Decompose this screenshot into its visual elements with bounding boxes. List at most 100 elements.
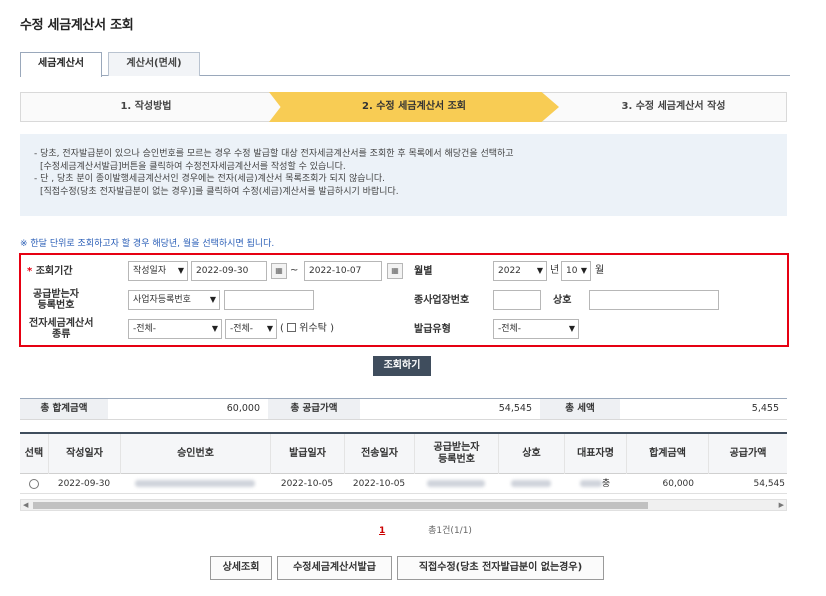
required-mark: * (27, 266, 33, 277)
einvoice-type-select[interactable]: -전체- ▼ (128, 319, 222, 339)
total-amount-value: 60,000 (226, 403, 260, 414)
col-ceo: 대표자명 (564, 434, 626, 474)
col-buyer-reg: 공급받는자 등록번호 (414, 434, 498, 474)
trust-label: 위수탁 (299, 323, 327, 334)
chevron-down-icon: ▼ (266, 324, 273, 333)
info-line: - 당초, 전자발급분이 있으나 승인번호를 모르는 경우 수정 발급할 대상 … (34, 149, 514, 159)
scroll-right-icon[interactable]: ▶ (779, 500, 784, 510)
buyer-id-type-select[interactable]: 사업자등록번호 ▼ (128, 290, 220, 310)
trust-option: ( 위수탁 ) (280, 319, 334, 339)
col-total: 합계금액 (626, 434, 708, 474)
row-send-date: 2022-10-05 (352, 479, 406, 489)
buyer-reg-label: 공급받는자 등록번호 (33, 289, 79, 311)
info-line: [직접수정(당초 전자발급분이 없는 경우)]를 클릭하여 수정(세금)계산서를… (40, 186, 399, 197)
invoice-table: 선택 작성일자 승인번호 발급일자 전송일자 공급받는자 등록번호 상호 대표자… (20, 432, 787, 494)
monthly-label: 월별 (414, 266, 433, 277)
summary-bar: 총 합계금액 60,000 총 공급가액 54,545 총 세액 5,455 (20, 398, 787, 420)
table-header: 선택 작성일자 승인번호 발급일자 전송일자 공급받는자 등록번호 상호 대표자… (20, 434, 787, 474)
col-select: 선택 (24, 448, 44, 459)
trust-checkbox[interactable] (287, 323, 297, 332)
row-ceo-tail: 충 (601, 479, 611, 489)
date-range-tilde: ~ (290, 265, 299, 276)
company-name-input[interactable] (589, 290, 719, 310)
col-supply: 공급가액 (708, 434, 787, 474)
buyer-reg-label-line1: 공급받는자 (33, 289, 79, 300)
radio-icon[interactable] (29, 478, 39, 489)
einvoice-subtype-value: -전체- (230, 324, 254, 334)
chevron-down-icon: ▼ (211, 324, 218, 333)
col-approval-no: 승인번호 (120, 434, 270, 474)
einvoice-type-value: -전체- (133, 324, 157, 334)
row-total: 60,000 (662, 479, 695, 489)
date-to-input[interactable]: 2022-10-07 (304, 261, 382, 281)
step-indicator: 1. 작성방법 2. 수정 세금계산서 조회 3. 수정 세금계산서 작성 (20, 92, 787, 122)
row-buyer-reg-redacted (414, 474, 498, 494)
einvoice-type-label-line1: 전자세금계산서 (29, 318, 94, 329)
detail-view-button[interactable]: 상세조회 (210, 556, 272, 580)
branch-no-label: 종사업장번호 (414, 295, 470, 306)
year-value: 2022 (498, 266, 521, 276)
row-company-redacted (498, 474, 564, 494)
supply-amount-value: 54,545 (498, 403, 532, 414)
tab-invoice-exempt[interactable]: 계산서(면세) (108, 52, 200, 76)
year-select[interactable]: 2022 ▼ (493, 261, 547, 281)
buyer-reg-input[interactable] (224, 290, 314, 310)
modify-invoice-issue-button[interactable]: 수정세금계산서발급 (277, 556, 392, 580)
page-title: 수정 세금계산서 조회 (20, 18, 134, 33)
step-3: 3. 수정 세금계산서 작성 (621, 101, 726, 112)
row-issue-date: 2022-10-05 (280, 479, 334, 489)
supply-amount-label: 총 공급가액 (268, 399, 360, 419)
direct-modify-button[interactable]: 직접수정(당초 전자발급분이 없는경우) (397, 556, 604, 580)
chevron-down-icon: ▼ (177, 266, 184, 275)
buyer-reg-label-line2: 등록번호 (37, 300, 75, 311)
info-box: - 당초, 전자발급분이 있으나 승인번호를 모르는 경우 수정 발급할 대상 … (20, 134, 787, 216)
horizontal-scrollbar[interactable]: ◀ ▶ (20, 499, 787, 511)
search-button[interactable]: 조회하기 (373, 356, 431, 376)
trust-paren-close: ) (330, 323, 334, 334)
page-1-link[interactable]: 1 (379, 526, 385, 536)
year-unit: 년 (550, 265, 560, 276)
period-label-text: 조회기간 (35, 266, 73, 277)
tax-amount-value: 5,455 (751, 403, 779, 414)
date-from-input[interactable]: 2022-09-30 (191, 261, 267, 281)
col-send-date: 전송일자 (344, 434, 414, 474)
tab-tax-invoice[interactable]: 세금계산서 (20, 52, 102, 77)
row-ceo: 충 (564, 474, 626, 494)
month-unit: 월 (595, 265, 605, 276)
redacted-text (579, 480, 602, 487)
redacted-text (135, 480, 255, 487)
step-2: 2. 수정 세금계산서 조회 (361, 101, 466, 112)
company-name-label: 상호 (553, 295, 572, 306)
issue-type-value: -전체- (498, 324, 522, 334)
chevron-down-icon: ▼ (209, 295, 216, 304)
period-type-select[interactable]: 작성일자 ▼ (128, 261, 188, 281)
info-line: - 단 , 당초 분이 종이발행세금계산서인 경우에는 전자(세금)계산서 목록… (34, 174, 385, 184)
row-supply: 54,545 (753, 479, 786, 489)
einvoice-type-label-line2: 종류 (52, 329, 71, 340)
month-select[interactable]: 10 ▼ (561, 261, 591, 281)
einvoice-type-label: 전자세금계산서 종류 (29, 318, 93, 340)
row-write-date: 2022-09-30 (57, 479, 111, 489)
info-line: [수정세금계산서발급]버튼을 클릭하여 수정전자세금계산서를 작성할 수 있습니… (40, 161, 346, 172)
row-approval-no-redacted (120, 474, 270, 494)
tax-amount-label: 총 세액 (540, 399, 620, 419)
tab-bar: 세금계산서 계산서(면세) (20, 52, 790, 77)
branch-no-input[interactable] (493, 290, 541, 310)
redacted-text (511, 480, 551, 487)
calendar-icon[interactable]: ▦ (387, 263, 403, 279)
buyer-id-type-value: 사업자등록번호 (133, 295, 191, 305)
monthly-notice: ※ 한달 단위로 조회하고자 할 경우 해당년, 월을 선택하시면 됩니다. (20, 239, 275, 249)
col-company: 상호 (498, 434, 564, 474)
calendar-icon[interactable]: ▦ (271, 263, 287, 279)
scroll-left-icon[interactable]: ◀ (23, 500, 28, 510)
scrollbar-thumb[interactable] (33, 502, 648, 509)
issue-type-select[interactable]: -전체- ▼ (493, 319, 579, 339)
chevron-down-icon: ▼ (568, 324, 575, 333)
row-select-radio[interactable] (20, 474, 48, 494)
search-conditions: * 조회기간 작성일자 ▼ 2022-09-30 ▦ ~ 2022-10-07 ▦… (19, 253, 789, 347)
table-row[interactable]: 2022-09-30 2022-10-05 2022-10-05 충 60,00… (20, 474, 787, 494)
step-1: 1. 작성방법 (120, 101, 172, 112)
einvoice-subtype-select[interactable]: -전체- ▼ (225, 319, 277, 339)
issue-type-label: 발급유형 (414, 324, 451, 335)
col-write-date: 작성일자 (48, 434, 120, 474)
